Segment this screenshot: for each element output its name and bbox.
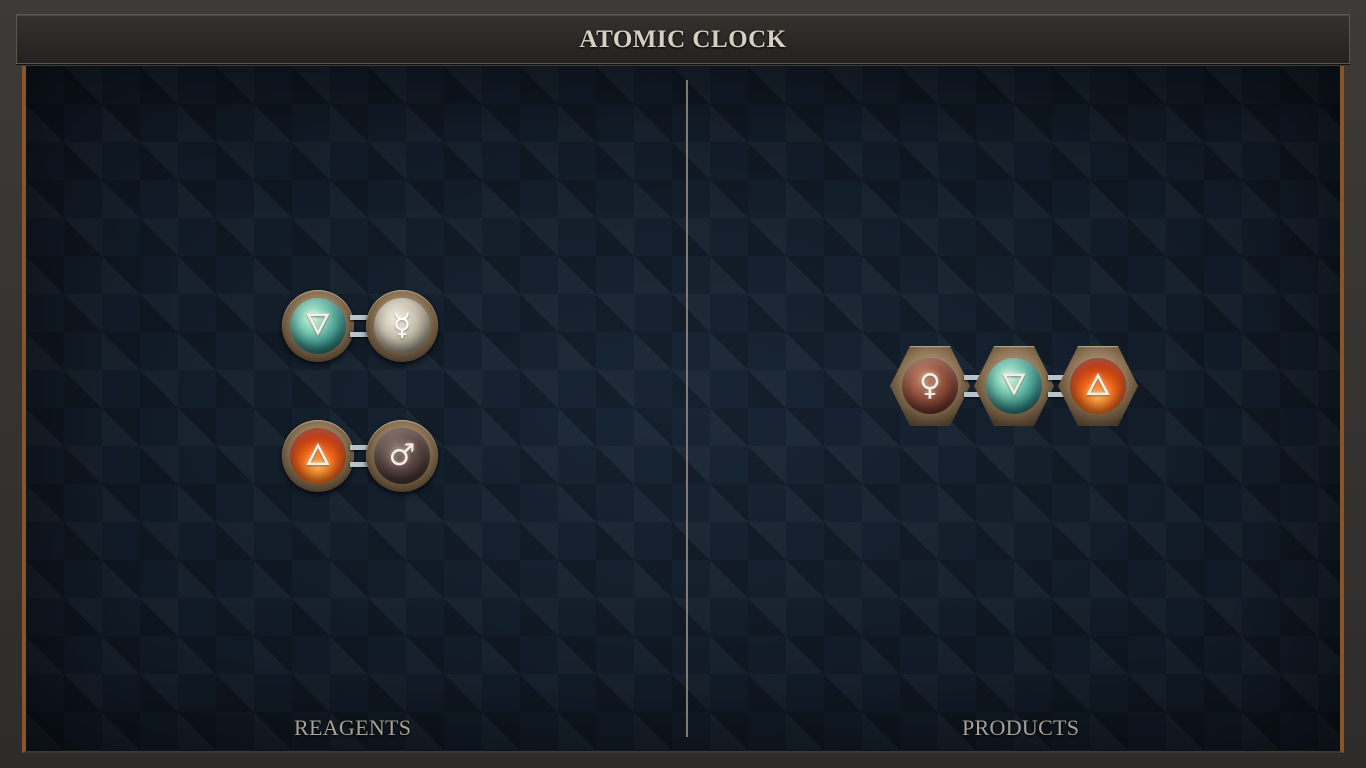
atom-water[interactable]: 🜄 [974, 346, 1054, 426]
iron-orb: ♂ [374, 428, 430, 484]
quicksilver-symbol-icon: ☿ [392, 308, 412, 343]
puzzle-title: ATOMIC CLOCK [579, 26, 787, 53]
water-orb: 🜄 [290, 298, 346, 354]
water-orb: 🜄 [986, 358, 1042, 414]
reagents-label: REAGENTS [294, 715, 412, 740]
copper-orb: ♀ [902, 358, 958, 414]
water-symbol-icon: 🜄 [304, 308, 332, 343]
products-label: PRODUCTS [962, 715, 1080, 740]
copper-symbol-icon: ♀ [919, 368, 941, 403]
atom-fire[interactable]: 🜂 [1058, 346, 1138, 426]
fire-orb: 🜂 [290, 428, 346, 484]
fire-symbol-icon: 🜂 [304, 438, 332, 473]
atom-copper[interactable]: ♀ [890, 346, 970, 426]
reagent-molecule-fire-iron[interactable]: 🜂 ♂ [282, 420, 442, 492]
reagent-molecule-water-quicksilver[interactable]: 🜄 ☿ [282, 290, 442, 362]
water-symbol-icon: 🜄 [1000, 368, 1028, 403]
fire-symbol-icon: 🜂 [1084, 368, 1112, 403]
atom-fire[interactable]: 🜂 [282, 420, 354, 492]
atom-water[interactable]: 🜄 [282, 290, 354, 362]
reaction-board: 🜄 ☿ 🜂 ♂ ♀ 🜄 🜂 REAGENTS PRODUCTS [22, 66, 1344, 753]
iron-symbol-icon: ♂ [388, 438, 416, 473]
atom-quicksilver[interactable]: ☿ [366, 290, 438, 362]
fire-orb: 🜂 [1070, 358, 1126, 414]
product-molecule-copper-water-fire[interactable]: ♀ 🜄 🜂 [890, 346, 1138, 426]
title-bar: ATOMIC CLOCK [16, 14, 1350, 64]
quicksilver-orb: ☿ [374, 298, 430, 354]
puzzle-frame: ATOMIC CLOCK 🜄 ☿ 🜂 ♂ ♀ 🜄 🜂 REAGENTS PROD… [0, 0, 1366, 768]
panel-divider [686, 80, 688, 737]
atom-iron[interactable]: ♂ [366, 420, 438, 492]
